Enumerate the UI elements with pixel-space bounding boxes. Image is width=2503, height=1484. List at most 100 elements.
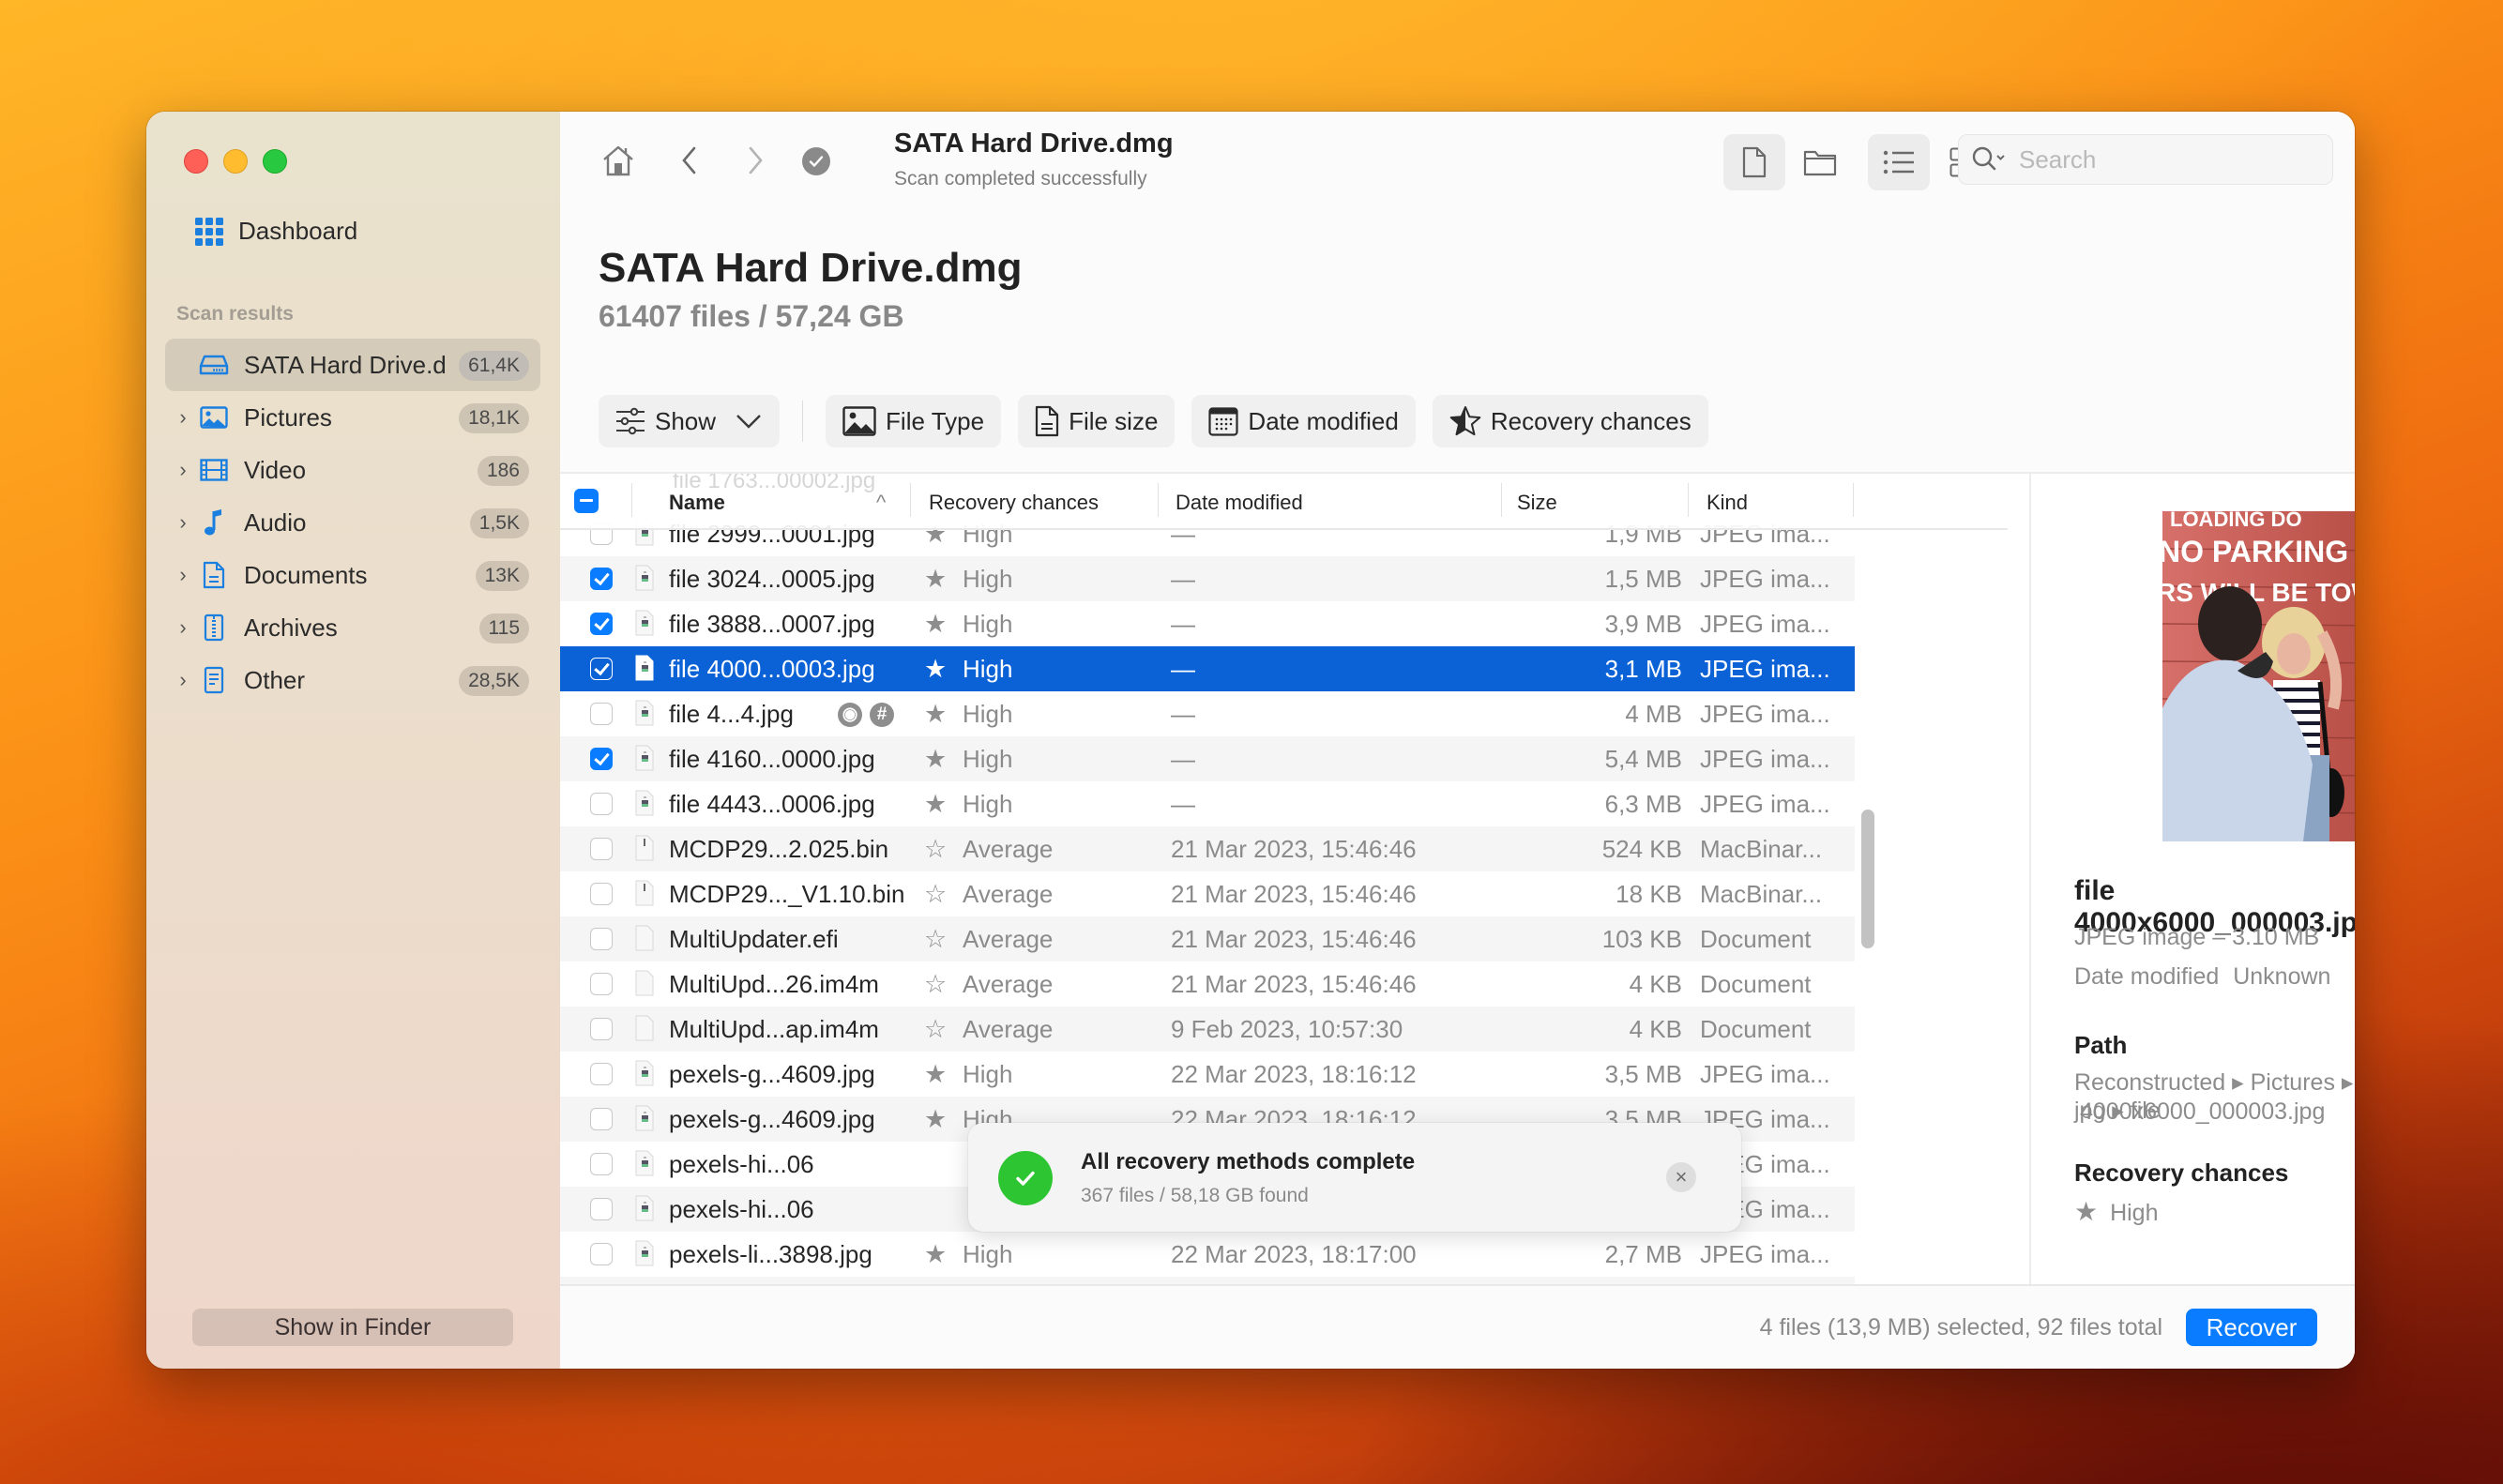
row-checkbox[interactable]	[590, 748, 613, 770]
recovery-chance: High	[963, 565, 1013, 593]
row-checkbox[interactable]	[590, 613, 613, 635]
row-checkbox[interactable]	[590, 568, 613, 590]
table-row[interactable]: pexels-g...4609.jpg ★ High 22 Mar 2023, 18:…	[560, 1052, 1855, 1097]
row-checkbox[interactable]	[590, 973, 613, 995]
table-row-selected[interactable]: file 4000...0003.jpg ★ High — 3,1 MB JPEG ima…	[560, 646, 1855, 691]
completion-notification: All recovery methods complete 367 files …	[968, 1123, 1741, 1232]
table-row[interactable]: pexels-li...3898.jpg ★ High 22 Mar 2023, 18…	[560, 1232, 1855, 1277]
sidebar-item-sata-hard-drive[interactable]: SATA Hard Drive.d 61,4K	[165, 339, 540, 391]
list-view-button[interactable]	[1868, 134, 1930, 190]
minimize-window-button[interactable]	[223, 149, 248, 174]
column-header-name[interactable]: Name	[669, 491, 725, 515]
chevron-right-icon[interactable]: ›	[169, 615, 197, 640]
row-checkbox[interactable]	[590, 703, 613, 725]
back-button[interactable]	[671, 142, 708, 179]
star-icon: ★	[924, 610, 948, 638]
search-field[interactable]	[1958, 134, 2333, 185]
chevron-right-icon[interactable]: ›	[169, 510, 197, 535]
row-checkbox[interactable]	[590, 1243, 613, 1265]
table-row[interactable]: MultiUpd...26.im4m ☆ Average 21 Mar 2023, 1…	[560, 962, 1855, 1007]
file-name: pexels-g...4609.jpg	[669, 1060, 875, 1088]
chevron-right-icon[interactable]: ›	[169, 405, 197, 430]
close-notification-button[interactable]: ×	[1666, 1162, 1696, 1192]
file-name: file 3888...0007.jpg	[669, 610, 875, 638]
folder-view-button[interactable]	[1789, 134, 1851, 190]
file-type-filter-button[interactable]: File Type	[826, 395, 1002, 447]
sidebar-item-video[interactable]: › Video 186	[165, 444, 540, 496]
file-kind: JPEG ima...	[1700, 610, 1830, 638]
star-icon: ★	[2074, 1197, 2099, 1226]
search-input[interactable]	[2017, 144, 2321, 175]
table-row[interactable]: MCDP29...2.025.bin ☆ Average 21 Mar 2023, 1…	[560, 826, 1855, 871]
hash-icon[interactable]: #	[870, 703, 894, 727]
scan-results-list: SATA Hard Drive.d 61,4K › Pictures 18,1K…	[165, 339, 540, 706]
table-row[interactable]: file 4...4.jpg ◉ # ★ High —4 MB JPEG ima...	[560, 691, 1855, 736]
recover-button[interactable]: Recover	[2186, 1309, 2317, 1346]
close-window-button[interactable]	[184, 149, 208, 174]
show-filter-dropdown[interactable]: Show	[599, 395, 781, 447]
row-checkbox[interactable]	[590, 883, 613, 905]
sidebar-item-dashboard[interactable]: Dashboard	[195, 217, 357, 246]
table-row[interactable]: MultiUpd...ap.im4m ☆ Average 9 Feb 2023, 10…	[560, 1007, 1855, 1052]
blank-file-icon	[635, 1015, 654, 1041]
film-icon	[197, 456, 231, 484]
recovery-chances-value: ★ High	[2074, 1197, 2159, 1226]
sidebar-item-other[interactable]: › Other 28,5K	[165, 654, 540, 706]
vertical-scrollbar-thumb[interactable]	[1861, 810, 1874, 948]
row-checkbox[interactable]	[590, 793, 613, 815]
column-header-date-modified[interactable]: Date modified	[1176, 491, 1303, 515]
file-name: pexels-hi...06	[669, 1195, 814, 1223]
file-size-filter-button[interactable]: File size	[1018, 395, 1176, 447]
recovery-chance: High	[963, 700, 1013, 728]
zoom-window-button[interactable]	[263, 149, 287, 174]
table-row[interactable]: file 3888...0007.jpg ★ High — 3,9 MB JPEG ima…	[560, 601, 1855, 646]
filter-bar: Show File Type File size Date modified R…	[599, 395, 1725, 447]
scan-results-section-label: Scan results	[176, 303, 294, 325]
row-checkbox[interactable]	[590, 838, 613, 860]
preview-thumbnail[interactable]: LOADING DO NO PARKING RS WILL BE TOWED	[2162, 511, 2355, 841]
row-checkbox[interactable]	[590, 1153, 613, 1175]
column-header-recovery-chances[interactable]: Recovery chances	[929, 491, 1099, 515]
sidebar-item-archives[interactable]: › Archives 115	[165, 601, 540, 654]
path-value-line-2: 4000x6000_000003.jpg	[2080, 1098, 2326, 1125]
row-checkbox[interactable]	[590, 928, 613, 950]
table-row[interactable]: MCDP29..._V1.10.bin ☆ Average 21 Mar 2023, …	[560, 871, 1855, 916]
list-icon	[1883, 150, 1914, 174]
date-modified: 21 Mar 2023, 15:46:46	[1171, 925, 1417, 953]
column-header-size[interactable]: Size	[1517, 491, 1557, 515]
chevron-right-icon[interactable]: ›	[169, 458, 197, 482]
row-checkbox[interactable]	[590, 1108, 613, 1130]
date-modified-filter-button[interactable]: Date modified	[1191, 395, 1416, 447]
show-in-finder-button[interactable]: Show in Finder	[192, 1309, 513, 1346]
recovery-chances-filter-button[interactable]: Recovery chances	[1432, 395, 1708, 447]
preview-eye-icon[interactable]: ◉	[838, 703, 862, 727]
sidebar-item-documents[interactable]: › Documents 13K	[165, 549, 540, 601]
chevron-right-icon[interactable]: ›	[169, 563, 197, 587]
home-button[interactable]	[598, 140, 639, 181]
sort-ascending-icon[interactable]: ^	[876, 491, 886, 515]
star-icon: ★	[924, 745, 948, 773]
row-checkbox[interactable]	[590, 658, 613, 680]
row-checkbox[interactable]	[590, 1198, 613, 1220]
chevron-right-icon[interactable]: ›	[169, 668, 197, 692]
table-row[interactable]: file 4160...0000.jpg ★ High — 5,4 MB JPEG ima…	[560, 736, 1855, 781]
file-size: 524 KB	[1601, 835, 1682, 863]
row-checkbox[interactable]	[590, 1018, 613, 1040]
image-file-icon	[635, 610, 654, 636]
file-name: MCDP29...2.025.bin	[669, 835, 889, 863]
sidebar-item-audio[interactable]: › Audio 1,5K	[165, 496, 540, 549]
table-row[interactable]: file 4443...0006.jpg ★ High — 6,3 MB JPEG ima…	[560, 781, 1855, 826]
select-all-checkbox[interactable]	[574, 489, 599, 513]
file-size: 6,3 MB	[1604, 790, 1682, 818]
music-note-icon	[197, 508, 231, 537]
file-view-button[interactable]	[1723, 134, 1785, 190]
image-file-icon	[635, 700, 654, 726]
sidebar-item-pictures[interactable]: › Pictures 18,1K	[165, 391, 540, 444]
row-checkbox[interactable]	[590, 1063, 613, 1085]
column-header-kind[interactable]: Kind	[1707, 491, 1748, 515]
app-window: Dashboard Scan results SATA Hard Drive.d…	[146, 112, 2355, 1369]
forward-button[interactable]	[736, 142, 774, 179]
file-size: 1,5 MB	[1604, 565, 1682, 593]
table-row[interactable]: file 3024...0005.jpg ★ High — 1,5 MB JPEG ima…	[560, 556, 1855, 601]
table-row[interactable]: MultiUpdater.efi ☆ Average 21 Mar 2023, 15:…	[560, 916, 1855, 962]
